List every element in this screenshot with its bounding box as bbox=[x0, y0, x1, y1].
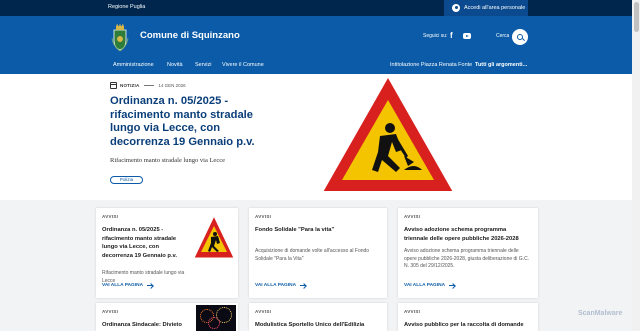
calendar-icon bbox=[110, 82, 117, 89]
card-desc: Acquisizione di domande volte all'access… bbox=[255, 248, 370, 262]
site-header: Comune di Squinzano Seguici su: f Cerca … bbox=[0, 16, 632, 74]
main-nav: Amministrazione Novità Servizi Vivere il… bbox=[0, 60, 632, 74]
site-name[interactable]: Comune di Squinzano bbox=[140, 30, 240, 41]
card-kicker: AVVISI bbox=[102, 309, 119, 314]
card-more-link[interactable]: VAI ALLA PAGINA bbox=[255, 283, 307, 288]
town-crest-icon[interactable] bbox=[110, 24, 130, 52]
login-button[interactable]: Accedi all'area personale bbox=[444, 0, 528, 16]
hero-meta: NOTIZIA 14 GEN 2026 bbox=[110, 82, 186, 89]
card-kicker: AVVISI bbox=[404, 214, 421, 219]
card-more-link[interactable]: VAI ALLA PAGINA bbox=[102, 283, 154, 288]
card-kicker: AVVISI bbox=[255, 309, 272, 314]
card-title[interactable]: Avviso adozione schema programma trienna… bbox=[404, 226, 530, 243]
region-link[interactable]: Regione Puglia bbox=[108, 4, 145, 10]
arrow-right-icon bbox=[300, 285, 307, 286]
page-scrollbar[interactable] bbox=[632, 0, 640, 331]
card-more-label: VAI ALLA PAGINA bbox=[102, 283, 144, 288]
watermark: ScanMalware bbox=[578, 310, 623, 317]
news-card[interactable]: AVVISI Fondo Solidale "Para la vita" Acq… bbox=[249, 208, 387, 298]
search-button[interactable] bbox=[512, 29, 528, 45]
fireworks-thumbnail bbox=[196, 305, 236, 331]
scrollbar-thumb[interactable] bbox=[633, 2, 639, 32]
hero-title[interactable]: Ordinanza n. 05/2025 - rifacimento manto… bbox=[110, 95, 270, 149]
card-title[interactable]: Ordinanza Sindacale: Divieto di bbox=[102, 321, 188, 331]
arrow-right-icon bbox=[147, 285, 154, 286]
card-kicker: AVVISI bbox=[255, 214, 272, 219]
card-kicker: AVVISI bbox=[102, 214, 119, 219]
roadwork-sign-image bbox=[321, 75, 455, 193]
user-icon bbox=[452, 4, 460, 12]
hero-tag-button[interactable]: Polizia bbox=[110, 176, 143, 184]
search-label: Cerca bbox=[496, 33, 510, 39]
hero-category: NOTIZIA bbox=[120, 83, 140, 88]
login-label: Accedi all'area personale bbox=[464, 5, 526, 11]
nav-item-vivere-il-comune[interactable]: Vivere il Comune bbox=[222, 62, 264, 68]
nav-item-piazza-renata-fonte[interactable]: Intitolazione Piazza Renata Fonte bbox=[390, 62, 472, 68]
news-card[interactable]: AVVISI Ordinanza n. 05/2025 - rifaciment… bbox=[96, 208, 238, 298]
news-card[interactable]: AVVISI Modulistica Sportello Unico dell'… bbox=[249, 303, 387, 331]
youtube-icon[interactable] bbox=[463, 33, 471, 39]
card-more-label: VAI ALLA PAGINA bbox=[255, 283, 297, 288]
nav-item-amministrazione[interactable]: Amministrazione bbox=[113, 62, 154, 68]
nav-item-novita[interactable]: Novità bbox=[167, 62, 183, 68]
news-card[interactable]: AVVISI Avviso pubblico per la raccolta d… bbox=[398, 303, 538, 331]
meta-divider bbox=[144, 85, 155, 86]
hero-date: 14 GEN 2026 bbox=[158, 83, 186, 88]
card-title[interactable]: Ordinanza n. 05/2025 - rifacimento manto… bbox=[102, 226, 188, 260]
card-more-link[interactable]: VAI ALLA PAGINA bbox=[404, 283, 456, 288]
roadwork-sign-thumbnail bbox=[193, 214, 235, 259]
nav-item-servizi[interactable]: Servizi bbox=[195, 62, 212, 68]
news-card[interactable]: AVVISI Ordinanza Sindacale: Divieto di bbox=[96, 303, 238, 331]
card-kicker: AVVISI bbox=[404, 309, 421, 314]
news-card[interactable]: AVVISI Avviso adozione schema programma … bbox=[398, 208, 538, 298]
card-title[interactable]: Avviso pubblico per la raccolta di doman… bbox=[404, 321, 534, 331]
top-bar: Regione Puglia Accedi all'area personale bbox=[0, 0, 632, 16]
arrow-right-icon bbox=[449, 285, 456, 286]
follow-label: Seguici su: bbox=[423, 33, 448, 39]
card-title[interactable]: Fondo Solidale "Para la vita" bbox=[255, 226, 381, 235]
card-title[interactable]: Modulistica Sportello Unico dell'Edilizi… bbox=[255, 321, 381, 330]
card-more-label: VAI ALLA PAGINA bbox=[404, 283, 446, 288]
nav-item-tutti-gli-argomenti[interactable]: Tutti gli argomenti... bbox=[475, 62, 527, 68]
card-desc: Avviso adozione schema programma trienna… bbox=[404, 248, 530, 269]
hero-subtitle: Rifacimento manto stradale lungo via Lec… bbox=[110, 157, 225, 164]
facebook-icon[interactable]: f bbox=[450, 31, 453, 40]
